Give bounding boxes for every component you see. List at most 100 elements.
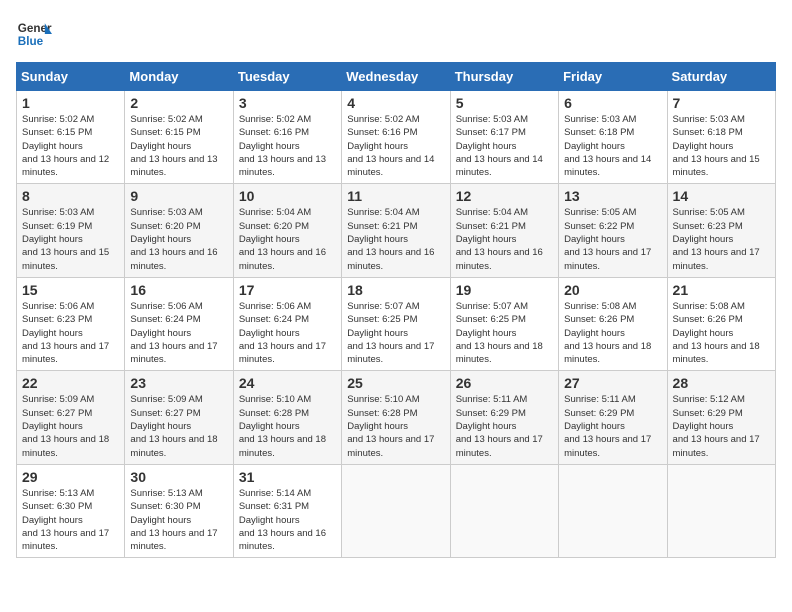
day-number: 21 [673,282,770,298]
day-content: Sunrise: 5:13 AMSunset: 6:30 PMDaylight … [22,487,119,553]
logo: General Blue [16,16,52,52]
day-content: Sunrise: 5:02 AMSunset: 6:16 PMDaylight … [239,113,336,179]
day-content: Sunrise: 5:13 AMSunset: 6:30 PMDaylight … [130,487,227,553]
weekday-header-tuesday: Tuesday [233,63,341,91]
day-number: 5 [456,95,553,111]
day-content: Sunrise: 5:06 AMSunset: 6:23 PMDaylight … [22,300,119,366]
day-number: 18 [347,282,444,298]
day-content: Sunrise: 5:05 AMSunset: 6:23 PMDaylight … [673,206,770,272]
calendar-cell: 26 Sunrise: 5:11 AMSunset: 6:29 PMDayligh… [450,371,558,464]
day-number: 17 [239,282,336,298]
calendar-cell: 24 Sunrise: 5:10 AMSunset: 6:28 PMDayligh… [233,371,341,464]
day-content: Sunrise: 5:10 AMSunset: 6:28 PMDaylight … [239,393,336,459]
day-number: 26 [456,375,553,391]
day-content: Sunrise: 5:02 AMSunset: 6:15 PMDaylight … [130,113,227,179]
calendar-cell: 11 Sunrise: 5:04 AMSunset: 6:21 PMDayligh… [342,184,450,277]
calendar-cell: 15 Sunrise: 5:06 AMSunset: 6:23 PMDayligh… [17,277,125,370]
calendar-cell: 7 Sunrise: 5:03 AMSunset: 6:18 PMDaylight… [667,91,775,184]
calendar-cell: 19Sunrise: 5:07 AMSunset: 6:25 PMDayligh… [450,277,558,370]
day-number: 24 [239,375,336,391]
day-number: 11 [347,188,444,204]
calendar-cell: 2 Sunrise: 5:02 AMSunset: 6:15 PMDaylight… [125,91,233,184]
day-number: 1 [22,95,119,111]
svg-text:Blue: Blue [18,35,44,48]
day-number: 23 [130,375,227,391]
day-number: 12 [456,188,553,204]
calendar-cell: 1 Sunrise: 5:02 AMSunset: 6:15 PMDaylight… [17,91,125,184]
calendar-cell: 30 Sunrise: 5:13 AMSunset: 6:30 PMDayligh… [125,464,233,557]
day-number: 9 [130,188,227,204]
weekday-header-monday: Monday [125,63,233,91]
day-content: Sunrise: 5:02 AMSunset: 6:15 PMDaylight … [22,113,119,179]
day-number: 22 [22,375,119,391]
day-number: 7 [673,95,770,111]
calendar-week-row: 22 Sunrise: 5:09 AMSunset: 6:27 PMDayligh… [17,371,776,464]
day-number: 8 [22,188,119,204]
logo-icon: General Blue [16,16,52,52]
day-content: Sunrise: 5:04 AMSunset: 6:20 PMDaylight … [239,206,336,272]
day-number: 31 [239,469,336,485]
calendar-cell: 20 Sunrise: 5:08 AMSunset: 6:26 PMDayligh… [559,277,667,370]
day-number: 15 [22,282,119,298]
day-content: Sunrise: 5:03 AMSunset: 6:19 PMDaylight … [22,206,119,272]
day-content: Sunrise: 5:05 AMSunset: 6:22 PMDaylight … [564,206,661,272]
day-number: 10 [239,188,336,204]
day-content: Sunrise: 5:06 AMSunset: 6:24 PMDaylight … [239,300,336,366]
day-content: Sunrise: 5:04 AMSunset: 6:21 PMDaylight … [347,206,444,272]
calendar-week-row: 29 Sunrise: 5:13 AMSunset: 6:30 PMDayligh… [17,464,776,557]
calendar-week-row: 1 Sunrise: 5:02 AMSunset: 6:15 PMDaylight… [17,91,776,184]
day-content: Sunrise: 5:06 AMSunset: 6:24 PMDaylight … [130,300,227,366]
weekday-header-saturday: Saturday [667,63,775,91]
calendar-cell: 3Sunrise: 5:02 AMSunset: 6:16 PMDaylight… [233,91,341,184]
day-number: 28 [673,375,770,391]
calendar-cell: 31 Sunrise: 5:14 AMSunset: 6:31 PMDayligh… [233,464,341,557]
calendar-cell: 12 Sunrise: 5:04 AMSunset: 6:21 PMDayligh… [450,184,558,277]
calendar-header-row: SundayMondayTuesdayWednesdayThursdayFrid… [17,63,776,91]
weekday-header-friday: Friday [559,63,667,91]
day-number: 16 [130,282,227,298]
calendar-cell: 16 Sunrise: 5:06 AMSunset: 6:24 PMDayligh… [125,277,233,370]
day-number: 4 [347,95,444,111]
day-number: 19 [456,282,553,298]
day-number: 14 [673,188,770,204]
day-number: 6 [564,95,661,111]
day-number: 25 [347,375,444,391]
day-number: 2 [130,95,227,111]
day-content: Sunrise: 5:10 AMSunset: 6:28 PMDaylight … [347,393,444,459]
calendar-cell: 17 Sunrise: 5:06 AMSunset: 6:24 PMDayligh… [233,277,341,370]
weekday-header-wednesday: Wednesday [342,63,450,91]
calendar-cell: 22 Sunrise: 5:09 AMSunset: 6:27 PMDayligh… [17,371,125,464]
day-content: Sunrise: 5:08 AMSunset: 6:26 PMDaylight … [564,300,661,366]
calendar-cell: 4 Sunrise: 5:02 AMSunset: 6:16 PMDaylight… [342,91,450,184]
day-content: Sunrise: 5:11 AMSunset: 6:29 PMDaylight … [456,393,553,459]
day-content: Sunrise: 5:14 AMSunset: 6:31 PMDaylight … [239,487,336,553]
calendar-cell: 10 Sunrise: 5:04 AMSunset: 6:20 PMDayligh… [233,184,341,277]
day-content: Sunrise: 5:04 AMSunset: 6:21 PMDaylight … [456,206,553,272]
day-content: Sunrise: 5:03 AMSunset: 6:20 PMDaylight … [130,206,227,272]
day-number: 20 [564,282,661,298]
day-content: Sunrise: 5:02 AMSunset: 6:16 PMDaylight … [347,113,444,179]
calendar-cell [342,464,450,557]
calendar-cell [559,464,667,557]
calendar-cell: 28Sunrise: 5:12 AMSunset: 6:29 PMDayligh… [667,371,775,464]
day-number: 13 [564,188,661,204]
day-content: Sunrise: 5:09 AMSunset: 6:27 PMDaylight … [22,393,119,459]
calendar-cell: 23 Sunrise: 5:09 AMSunset: 6:27 PMDayligh… [125,371,233,464]
day-content: Sunrise: 5:09 AMSunset: 6:27 PMDaylight … [130,393,227,459]
day-content: Sunrise: 5:03 AMSunset: 6:18 PMDaylight … [673,113,770,179]
calendar-cell: 6Sunrise: 5:03 AMSunset: 6:18 PMDaylight… [559,91,667,184]
day-number: 29 [22,469,119,485]
calendar-cell [667,464,775,557]
calendar-cell: 18 Sunrise: 5:07 AMSunset: 6:25 PMDayligh… [342,277,450,370]
calendar-cell: 5Sunrise: 5:03 AMSunset: 6:17 PMDaylight… [450,91,558,184]
calendar-cell: 8 Sunrise: 5:03 AMSunset: 6:19 PMDaylight… [17,184,125,277]
calendar-table: SundayMondayTuesdayWednesdayThursdayFrid… [16,62,776,558]
calendar-cell [450,464,558,557]
calendar-cell: 27Sunrise: 5:11 AMSunset: 6:29 PMDayligh… [559,371,667,464]
day-number: 27 [564,375,661,391]
day-content: Sunrise: 5:07 AMSunset: 6:25 PMDaylight … [347,300,444,366]
day-number: 30 [130,469,227,485]
calendar-body: 1 Sunrise: 5:02 AMSunset: 6:15 PMDaylight… [17,91,776,558]
weekday-header-sunday: Sunday [17,63,125,91]
calendar-week-row: 8 Sunrise: 5:03 AMSunset: 6:19 PMDaylight… [17,184,776,277]
